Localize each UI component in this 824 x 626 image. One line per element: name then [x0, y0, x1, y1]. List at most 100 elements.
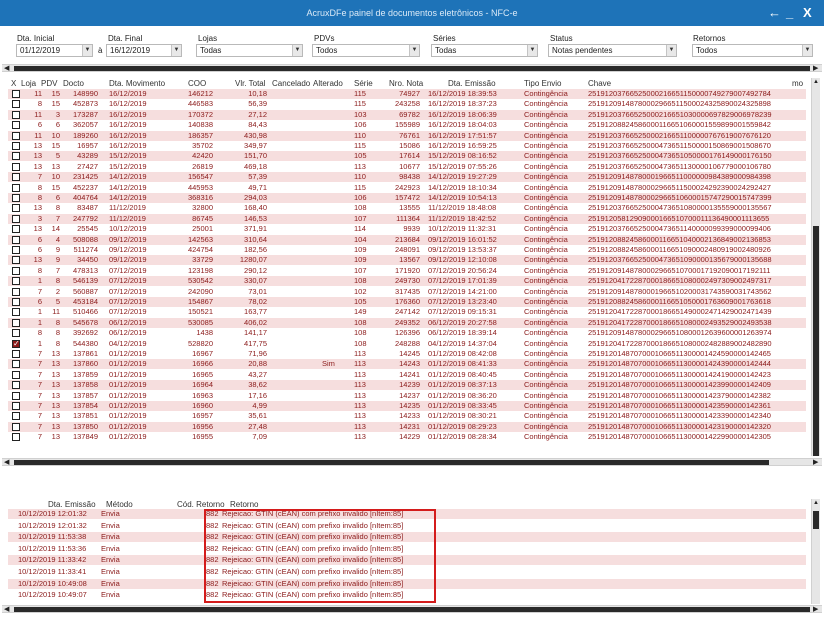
grid-vertical-scrollbar[interactable]: ▲ [811, 78, 820, 456]
row-checkbox[interactable] [12, 381, 20, 390]
dropdown-icon[interactable]: ▼ [82, 45, 92, 56]
col-header-docto[interactable]: Docto [63, 79, 84, 88]
table-row[interactable]: 7 13 137850 01/12/2019 16956 27,48 113 14231 01/… [8, 421, 806, 432]
row-checkbox[interactable] [12, 100, 20, 109]
row-checkbox[interactable] [12, 412, 20, 421]
dropdown-icon[interactable]: ▼ [171, 45, 181, 56]
scrollbar-thumb[interactable] [813, 511, 819, 529]
minimize-icon[interactable]: _ [786, 5, 793, 20]
table-row[interactable]: 13 5 43289 15/12/2019 42420 151,70 105 17614 15/… [8, 151, 806, 162]
row-checkbox[interactable] [12, 318, 20, 327]
row-checkbox[interactable] [12, 225, 20, 234]
scroll-right-icon[interactable]: ▶ [813, 605, 818, 613]
col-header-loja[interactable]: Loja [21, 79, 36, 88]
row-checkbox[interactable] [12, 308, 20, 317]
row-checkbox[interactable] [12, 131, 20, 140]
dropdown-icon[interactable]: ▼ [292, 45, 302, 56]
table-row[interactable]: 7 13 137859 01/12/2019 16965 43,27 113 14241 01/… [8, 369, 806, 380]
dropdown-icon[interactable]: ▼ [802, 45, 812, 56]
row-checkbox[interactable] [12, 256, 20, 265]
scroll-right-icon[interactable]: ▶ [813, 458, 818, 466]
grid-horizontal-scrollbar[interactable]: ◀ ▶ [2, 458, 822, 466]
row-checkbox[interactable] [12, 214, 20, 223]
scroll-right-icon[interactable]: ▶ [813, 64, 818, 72]
row-checkbox[interactable] [12, 391, 20, 400]
row-checkbox[interactable] [12, 183, 20, 192]
scroll-left-icon[interactable]: ◀ [4, 64, 9, 72]
table-row[interactable]: 13 9 34450 09/12/2019 33729 1280,07 109 13567 09… [8, 255, 806, 266]
row-checkbox[interactable] [12, 360, 20, 369]
row-checkbox[interactable] [12, 142, 20, 150]
table-row[interactable]: 7 13 137858 01/12/2019 16964 38,62 113 14239 01/… [8, 380, 806, 391]
bottom-horizontal-scrollbar[interactable]: ◀ ▶ [2, 605, 822, 613]
row-checkbox[interactable] [12, 194, 20, 202]
returns-select[interactable]: Todos ▼ [692, 44, 813, 57]
table-row[interactable]: 3 7 247792 11/12/2019 86745 146,53 107 111364 11… [8, 213, 806, 224]
row-checkbox[interactable] [12, 90, 20, 98]
scroll-up-icon[interactable]: ▲ [813, 79, 819, 85]
row-checkbox[interactable] [12, 266, 20, 275]
table-row[interactable]: 6 9 511274 09/12/2019 424754 182,56 109 248091 0… [8, 245, 806, 255]
col-header-cancelado[interactable]: Cancelado [272, 79, 310, 88]
col-header-more[interactable]: mo [792, 79, 803, 88]
pdvs-select[interactable]: Todos ▼ [312, 44, 420, 57]
dropdown-icon[interactable]: ▼ [409, 45, 419, 56]
row-checkbox[interactable] [12, 173, 20, 182]
table-row[interactable]: 7 2 560887 07/12/2019 242090 73,01 102 317435 07… [8, 286, 806, 297]
scrollbar-thumb[interactable] [14, 460, 769, 465]
col-header-emissao[interactable]: Dta. Emissão [448, 79, 496, 88]
table-row[interactable]: 7 10 231425 14/12/2019 156547 57,39 110 98438 14… [8, 172, 806, 183]
row-checkbox[interactable] [12, 110, 20, 119]
table-row[interactable]: 6 4 508088 09/12/2019 142563 310,64 104 213684 0… [8, 234, 806, 245]
col-header-nro-nota[interactable]: Nro. Nota [389, 79, 423, 88]
table-row[interactable]: 7 13 137849 01/12/2019 16955 7,09 113 14229 01/1… [8, 432, 806, 443]
col-header-metodo[interactable]: Método [106, 500, 133, 509]
table-row[interactable]: 7 13 137860 01/12/2019 16966 20,88 Sim 113 14243… [8, 359, 806, 370]
table-row[interactable]: 11 15 148990 16/12/2019 146212 10,18 115 74927 1… [8, 89, 806, 99]
col-header-movimento[interactable]: Dta. Movimento [109, 79, 165, 88]
row-checkbox[interactable] [12, 329, 20, 338]
col-header-retorno[interactable]: Retorno [230, 500, 258, 509]
scrollbar-thumb[interactable] [14, 66, 810, 71]
row-checkbox[interactable] [12, 246, 20, 254]
table-row[interactable]: 8 15 452873 16/12/2019 446583 56,39 115 243258 1… [8, 99, 806, 110]
table-row[interactable]: 1 11 510466 07/12/2019 150521 163,77 149 247142… [8, 307, 806, 318]
table-row[interactable]: 8 15 452237 14/12/2019 445953 49,71 115 242923 1… [8, 182, 806, 193]
top-horizontal-scrollbar[interactable]: ◀ ▶ [2, 64, 822, 72]
row-checkbox[interactable] [12, 277, 20, 286]
table-row[interactable]: 8 8 392692 06/12/2019 1438 141,17 108 126396 06/… [8, 328, 806, 339]
col-header-chave[interactable]: Chave [588, 79, 611, 88]
table-row[interactable]: 7 13 137851 01/12/2019 16957 35,61 113 14233 01/… [8, 411, 806, 422]
series-select[interactable]: Todas ▼ [431, 44, 538, 57]
row-checkbox[interactable] [12, 370, 20, 379]
table-row[interactable]: 6 6 362057 16/12/2019 140838 84,43 106 155989 16… [8, 120, 806, 131]
row-checkbox[interactable] [12, 235, 20, 244]
table-row[interactable]: 13 15 16957 16/12/2019 35702 349,97 115 15086 16… [8, 141, 806, 151]
table-row[interactable]: 6 5 453184 07/12/2019 154867 78,02 105 176360 07… [8, 297, 806, 307]
table-row[interactable]: 13 14 25545 10/12/2019 25001 371,91 114 9939 10/… [8, 224, 806, 235]
row-checkbox[interactable] [12, 433, 20, 442]
row-checkbox[interactable] [12, 350, 20, 358]
col-header-cod-retorno[interactable]: Cód. Retorno [177, 500, 225, 509]
stores-select[interactable]: Todas ▼ [196, 44, 303, 57]
col-header-emissao[interactable]: Dta. Emissão [48, 500, 96, 509]
col-header-coo[interactable]: COO [188, 79, 206, 88]
dropdown-icon[interactable]: ▼ [666, 45, 676, 56]
row-checkbox[interactable] [12, 152, 20, 161]
table-row[interactable]: 13 8 83487 11/12/2019 32800 168,40 108 13555 11/… [8, 203, 806, 214]
row-checkbox[interactable] [12, 422, 20, 431]
scroll-left-icon[interactable]: ◀ [4, 458, 9, 466]
table-row[interactable]: 13 13 27427 15/12/2019 26819 469,18 113 10677 15… [8, 161, 806, 172]
row-checkbox[interactable] [12, 162, 20, 171]
row-checkbox[interactable] [12, 298, 20, 306]
close-icon[interactable]: X [803, 5, 812, 20]
row-checkbox[interactable] [12, 339, 20, 348]
scrollbar-thumb[interactable] [813, 226, 819, 456]
row-checkbox[interactable] [12, 204, 20, 213]
scroll-left-icon[interactable]: ◀ [4, 605, 9, 613]
back-icon[interactable]: ← [768, 5, 781, 20]
table-row[interactable]: 1 8 544380 04/12/2019 528820 417,75 108 248288 0… [8, 338, 806, 349]
col-header-valor[interactable]: Vlr. Total [235, 79, 266, 88]
col-header-pdv[interactable]: PDV [41, 79, 57, 88]
col-header-alterado[interactable]: Alterado [313, 79, 343, 88]
